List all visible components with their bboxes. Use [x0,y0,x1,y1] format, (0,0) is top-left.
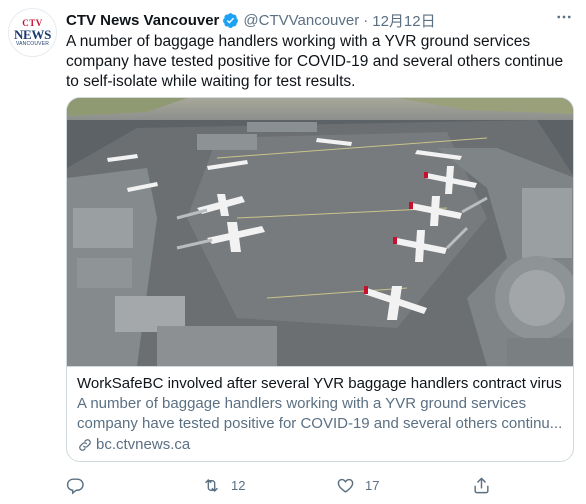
share-button[interactable] [472,476,491,495]
card-body[interactable]: WorkSafeBC involved after several YVR ba… [67,366,573,461]
avatar[interactable]: CTV NEWS VANCOUVER [8,8,57,57]
header-separator: · [363,11,369,29]
card-domain: bc.ctvnews.ca [96,436,191,453]
link-icon [79,439,91,451]
like-button[interactable]: 17 [336,476,379,495]
display-name[interactable]: CTV News Vancouver [66,12,219,29]
timestamp[interactable]: 12月12日 [372,10,435,31]
card-image-airport-aerial[interactable] [67,98,574,366]
tweet-text: A number of baggage handlers working wit… [66,33,564,90]
card-title[interactable]: WorkSafeBC involved after several YVR ba… [77,374,565,394]
handle[interactable]: @CTVVancouver [243,12,359,29]
reply-button[interactable] [66,476,95,495]
link-card[interactable]: WorkSafeBC involved after several YVR ba… [66,97,574,462]
action-bar: 12 17 [66,474,566,496]
tweet-header: CTV News Vancouver @CTVVancouver · 12月12… [66,10,436,30]
reply-icon [66,477,84,494]
retweet-icon [205,478,218,492]
retweet-count: 12 [231,477,246,493]
more-icon[interactable] [554,8,574,28]
card-description-line2: company have tested positive for COVID-1… [77,415,563,432]
like-count: 17 [365,477,380,493]
avatar-logo-bottom: VANCOUVER [15,40,50,47]
card-description: A number of baggage handlers working wit… [77,394,565,434]
share-icon [474,477,489,493]
avatar-logo-middle: NEWS [13,26,52,42]
like-icon [337,478,354,493]
verified-badge-icon [223,12,239,28]
retweet-button[interactable]: 12 [202,476,245,495]
card-link[interactable]: bc.ctvnews.ca [77,435,565,455]
card-description-line1: A number of baggage handlers working wit… [77,395,527,412]
